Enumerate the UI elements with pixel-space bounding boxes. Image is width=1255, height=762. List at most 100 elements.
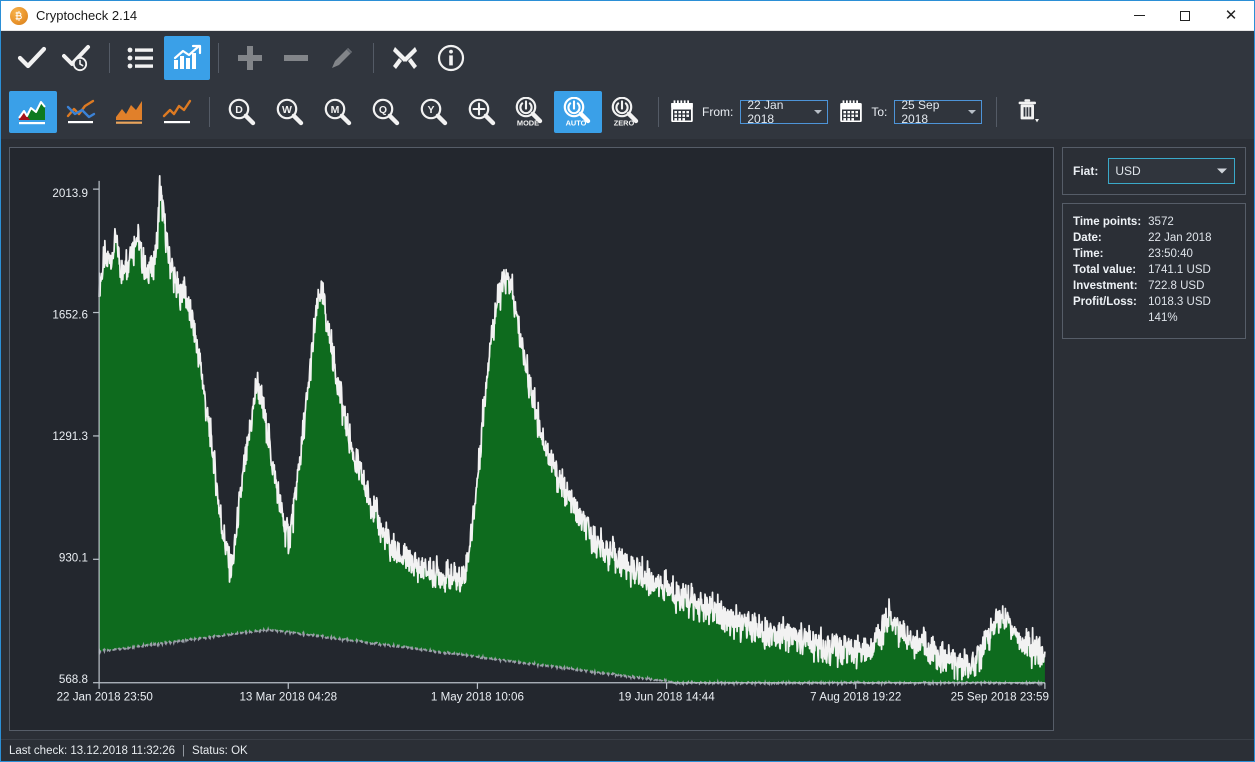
x-tick-label: 13 Mar 2018 04:28 <box>239 690 337 703</box>
chart-panel: Total value Total investment Profit Loss… <box>9 147 1054 731</box>
info-value: 1018.3 USD <box>1148 296 1211 308</box>
chart-icon <box>173 44 202 69</box>
svg-text:M: M <box>331 104 340 116</box>
info-value: 1741.1 USD <box>1148 264 1211 276</box>
area-icon <box>116 101 142 124</box>
about-button[interactable] <box>428 36 474 80</box>
chart-view-button[interactable] <box>164 36 210 80</box>
chart-toolbar: D W M Q Y MODE AUTO ZERO From: 22 Jan 20… <box>1 85 1254 139</box>
style-lines-button[interactable] <box>57 91 105 133</box>
info-value: 722.8 USD <box>1148 280 1205 292</box>
x-tick-label: 7 Aug 2018 19:22 <box>810 690 901 703</box>
plot-area: 2013.9 1652.6 1291.3 930.1 568.8 22 Jan 2018 … <box>10 148 1053 730</box>
zoom-auto-button[interactable]: AUTO <box>554 91 602 133</box>
date-from-input[interactable]: 22 Jan 2018 <box>740 98 829 126</box>
svg-text:MODE: MODE <box>517 118 539 127</box>
check-clock-icon <box>62 45 90 72</box>
list-view-button[interactable] <box>118 36 164 80</box>
zoom-zero-button[interactable]: ZERO <box>602 91 650 133</box>
info-value: 23:50:40 <box>1148 248 1193 260</box>
status-value: OK <box>231 744 248 757</box>
check-button[interactable] <box>9 36 55 80</box>
app-window: Cryptocheck 2.14 ✕ D W M Q Y MODE AUTO Z… <box>0 0 1255 762</box>
svg-text:D: D <box>235 104 243 116</box>
zoom-year-button[interactable]: Y <box>410 91 458 133</box>
date-to-input[interactable]: 25 Sep 2018 <box>894 98 983 126</box>
date-from-label: From: <box>702 105 734 119</box>
info-key: Total value: <box>1073 264 1137 276</box>
minimize-button[interactable] <box>1116 1 1162 31</box>
status-label: Status: <box>192 744 228 757</box>
style-area-button[interactable] <box>105 91 153 133</box>
magnifier-icon: W <box>276 98 304 126</box>
info-value: 3572 <box>1148 216 1174 228</box>
delete-button[interactable] <box>1005 91 1053 133</box>
main-content: Total value Total investment Profit Loss… <box>1 139 1254 739</box>
chevron-down-icon[interactable] <box>814 110 823 114</box>
close-button[interactable]: ✕ <box>1208 1 1254 31</box>
svg-text:Y: Y <box>427 104 434 116</box>
svg-text:Q: Q <box>379 104 387 116</box>
fiat-value: USD <box>1115 164 1141 178</box>
remove-button[interactable] <box>273 36 319 80</box>
check-history-button[interactable] <box>55 36 101 80</box>
chevron-down-icon[interactable] <box>968 110 977 114</box>
side-panel: Fiat: USD Time points: 3572 Date: 22 Jan 20… <box>1062 147 1246 731</box>
x-tick-label: 1 May 2018 10:06 <box>431 690 524 703</box>
title-bar: Cryptocheck 2.14 ✕ <box>1 1 1254 31</box>
zoom-quarter-button[interactable]: Q <box>362 91 410 133</box>
y-tick-label: 930.1 <box>59 552 88 565</box>
line-icon <box>162 99 192 124</box>
fiat-box: Fiat: USD <box>1062 147 1246 195</box>
zoom-in-button[interactable] <box>458 91 506 133</box>
minus-icon <box>284 55 308 61</box>
toolbar-separator <box>373 43 374 73</box>
maximize-button[interactable] <box>1162 1 1208 31</box>
main-toolbar <box>1 31 1254 85</box>
zoom-week-button[interactable]: W <box>266 91 314 133</box>
style-area-profitloss-button[interactable] <box>9 91 57 133</box>
date-to-value: 25 Sep 2018 <box>901 98 940 126</box>
chart-axis-labels: 2013.9 1652.6 1291.3 930.1 568.8 22 Jan 2018 … <box>52 187 1049 703</box>
toolbar-separator <box>109 43 110 73</box>
info-value: 141% <box>1148 312 1178 324</box>
info-row: Total value: 1741.1 USD <box>1073 262 1211 278</box>
magnifier-icon: D <box>228 98 256 126</box>
chevron-down-icon[interactable] <box>1217 168 1227 174</box>
zoom-day-button[interactable]: D <box>218 91 266 133</box>
date-from-value: 22 Jan 2018 <box>747 98 784 126</box>
calendar-icon <box>671 100 693 122</box>
trash-icon <box>1018 99 1040 123</box>
plus-icon <box>238 46 262 70</box>
list-icon <box>127 47 153 69</box>
y-tick-label: 2013.9 <box>52 187 88 200</box>
info-row: Profit/Loss: 1018.3 USD <box>1073 294 1211 310</box>
date-to-label: To: <box>871 105 888 119</box>
info-key: Profit/Loss: <box>1073 296 1137 308</box>
fiat-select[interactable]: USD <box>1108 158 1235 184</box>
style-line-button[interactable] <box>153 91 201 133</box>
settings-button[interactable] <box>382 36 428 80</box>
zoom-month-button[interactable]: M <box>314 91 362 133</box>
status-bar: Last check: 13.12.2018 11:32:26 | Status… <box>1 739 1254 761</box>
x-tick-label: 22 Jan 2018 23:50 <box>57 690 154 703</box>
maximize-icon <box>1180 10 1190 21</box>
calendar-icon <box>840 100 863 122</box>
y-tick-label: 568.8 <box>59 673 88 686</box>
bitcoin-icon <box>10 6 28 25</box>
y-tick-label: 1291.3 <box>52 430 88 443</box>
edit-button[interactable] <box>319 36 365 80</box>
info-key: Time: <box>1073 248 1104 260</box>
magnifier-icon: MODE <box>515 97 543 127</box>
info-row: Time points: 3572 <box>1073 214 1211 230</box>
zoom-mode-button[interactable]: MODE <box>506 91 554 133</box>
y-tick-label: 1652.6 <box>52 309 88 322</box>
info-row: Investment: 722.8 USD <box>1073 278 1211 294</box>
magnifier-icon: Y <box>420 98 448 126</box>
toolbar-separator <box>218 43 219 73</box>
info-row: 141% <box>1073 310 1211 326</box>
add-button[interactable] <box>227 36 273 80</box>
two-lines-icon <box>66 99 96 124</box>
area-profitloss-icon <box>18 101 46 125</box>
info-key <box>1073 310 1148 326</box>
